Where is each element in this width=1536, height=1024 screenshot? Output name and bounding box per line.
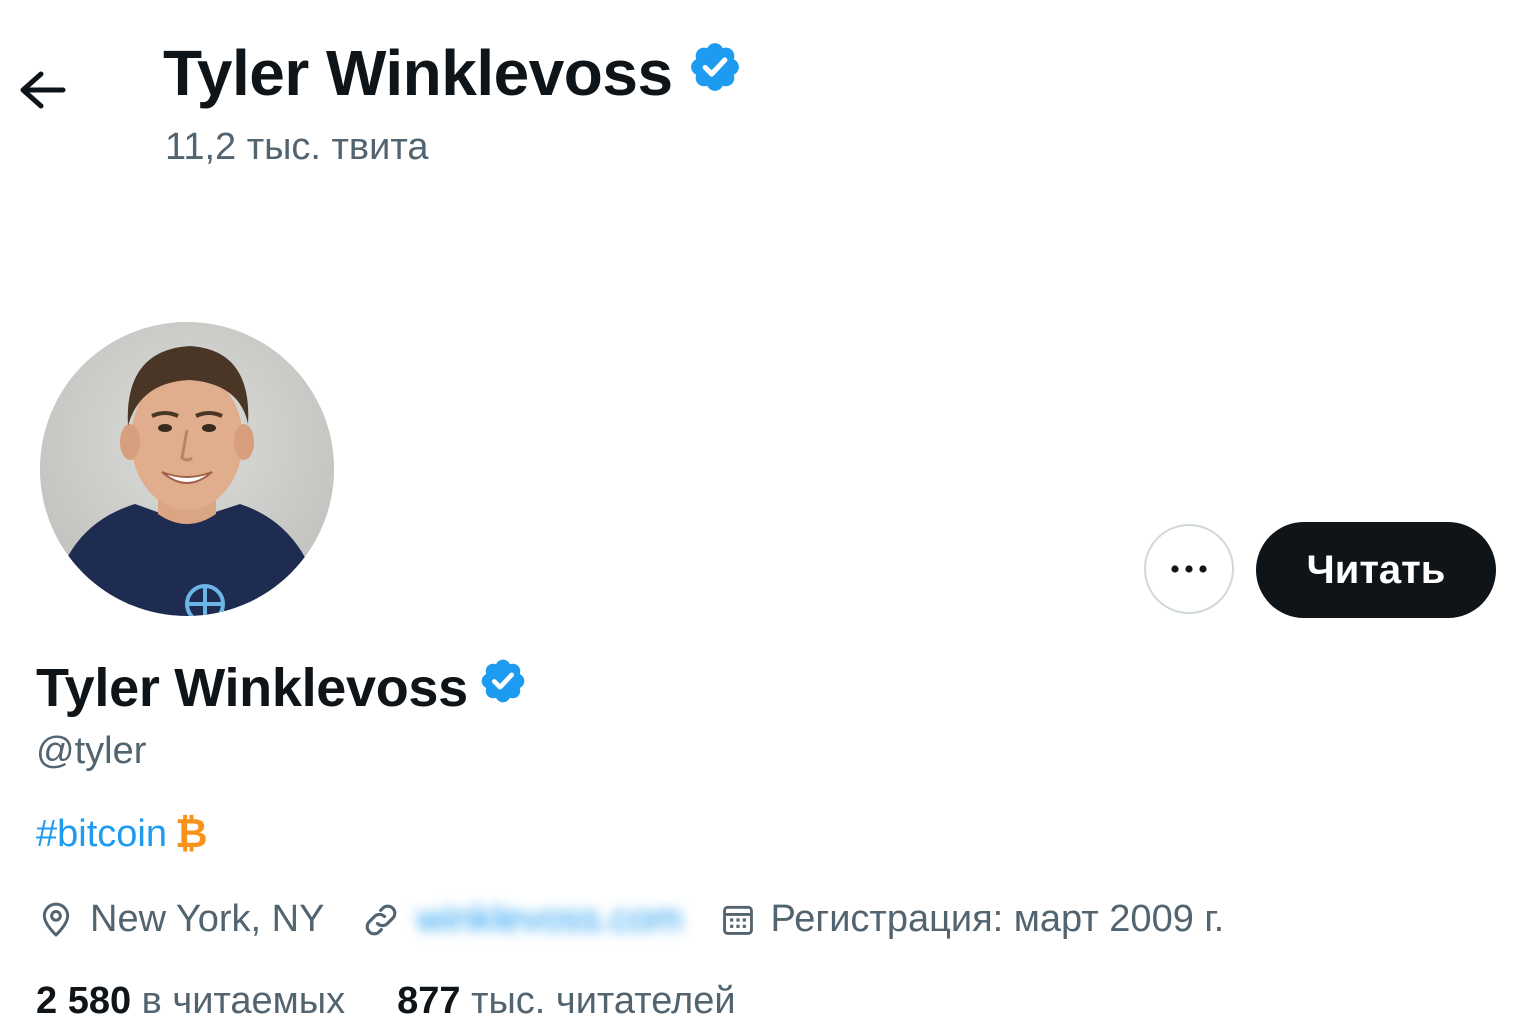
following-link[interactable]: 2 580 в читаемых [36, 980, 345, 1023]
followers-link[interactable]: 877 тыс. читателей [397, 980, 735, 1023]
follow-stats: 2 580 в читаемых 877 тыс. читателей [36, 980, 788, 1023]
followers-count: 877 [397, 980, 461, 1022]
joined-text: Регистрация: март 2009 г. [770, 898, 1225, 940]
back-button[interactable] [14, 62, 70, 118]
website-item: winklevoss.com [360, 898, 683, 941]
profile-bio: #bitcoin ₿ [36, 812, 208, 857]
profile-name: Tyler Winklevoss [36, 656, 528, 719]
link-icon [360, 899, 402, 941]
more-button[interactable] [1144, 524, 1234, 614]
joined-item: Регистрация: март 2009 г. [719, 898, 1225, 941]
arrow-left-icon [20, 71, 66, 109]
following-label: в читаемых [141, 980, 346, 1022]
header-name: Tyler Winklevoss [163, 37, 673, 109]
profile-meta: New York, NY winklevoss.com Регистрация:… [36, 898, 1260, 941]
bitcoin-symbol: ₿ [174, 812, 208, 856]
verified-badge-icon [478, 656, 528, 719]
location-pin-icon [36, 899, 76, 941]
follow-button[interactable]: Читать [1256, 522, 1496, 618]
calendar-icon [719, 900, 757, 940]
followers-label: тыс. читателей [471, 980, 736, 1022]
website-link[interactable]: winklevoss.com [416, 898, 682, 941]
avatar[interactable] [40, 322, 334, 616]
tweet-count: 11,2 тыс. твита [165, 126, 429, 168]
avatar-image [40, 322, 334, 616]
profile-name-text: Tyler Winklevoss [36, 657, 468, 718]
profile-handle: @tyler [36, 730, 147, 772]
bio-hashtag-link[interactable]: #bitcoin [36, 813, 167, 856]
verified-badge-icon [687, 38, 743, 108]
more-icon [1171, 565, 1207, 573]
header-title: Tyler Winklevoss [163, 38, 743, 108]
location-item: New York, NY [36, 898, 324, 941]
location-text: New York, NY [90, 898, 325, 940]
following-count: 2 580 [36, 980, 132, 1022]
